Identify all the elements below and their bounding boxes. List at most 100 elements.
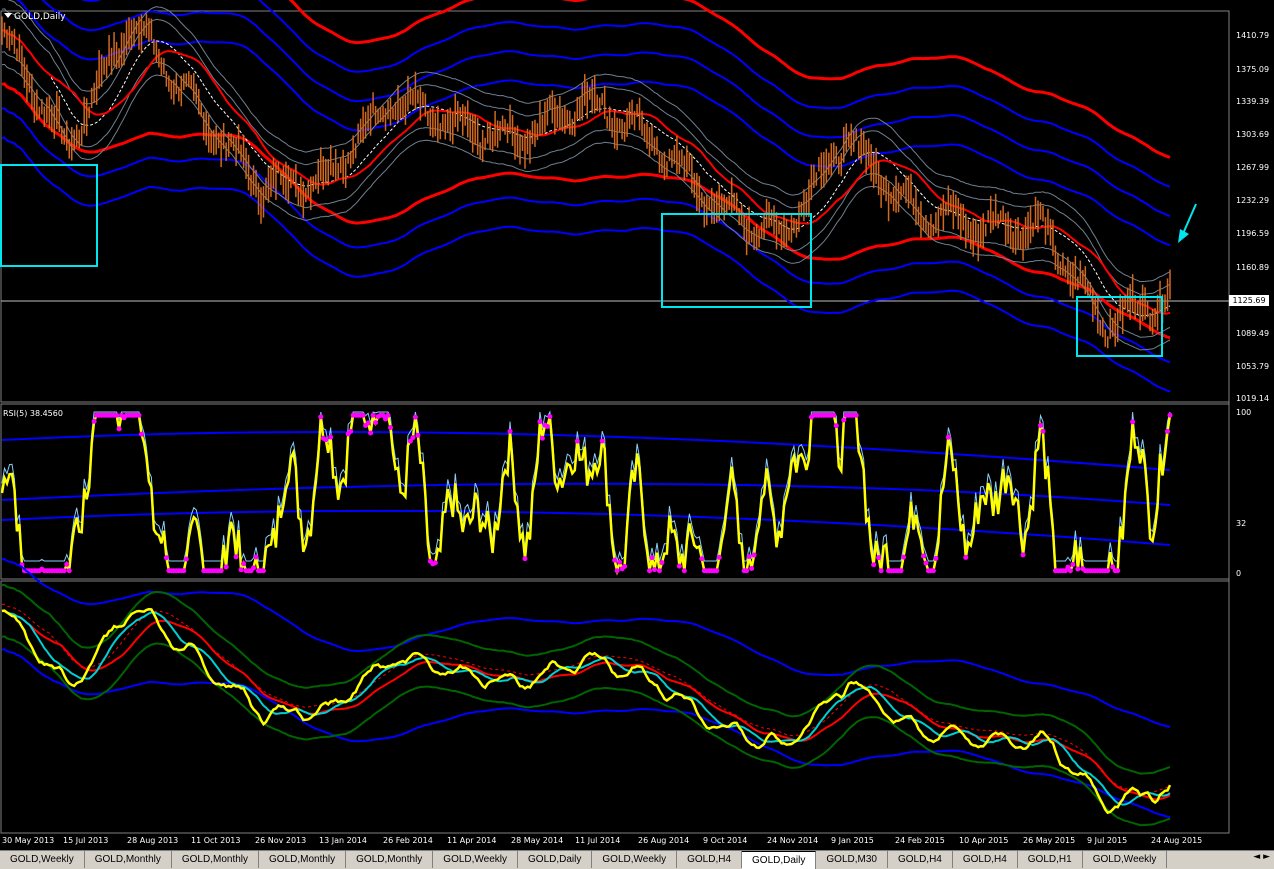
date-label: 9 Jul 2015	[1087, 836, 1128, 845]
price-level: 1160.89	[1236, 263, 1270, 272]
rsi-extreme-marker	[963, 554, 969, 560]
price-level: 1303.69	[1236, 130, 1270, 139]
date-label: 10 Apr 2015	[959, 836, 1009, 845]
rsi-extreme-marker	[410, 435, 416, 441]
chart-tab[interactable]: GOLD,Weekly	[0, 851, 85, 868]
date-label: 11 Apr 2014	[447, 836, 497, 845]
rsi-extreme-marker	[901, 554, 907, 560]
rsi-extreme-marker	[114, 412, 120, 418]
rsi-extreme-marker	[622, 563, 628, 569]
chart-tab-active[interactable]: GOLD,Daily	[742, 851, 817, 869]
rsi-extreme-marker	[749, 565, 755, 571]
rsi-extreme-marker	[233, 554, 239, 560]
rsi-extreme-marker	[923, 560, 929, 566]
rsi-extreme-marker	[241, 561, 247, 567]
rsi-extreme-marker	[365, 420, 371, 426]
chart-tab[interactable]: GOLD,M30	[816, 851, 888, 868]
chart-tab[interactable]: GOLD,H4	[953, 851, 1018, 868]
chart-tab[interactable]: GOLD,Daily	[518, 851, 593, 868]
rsi-extreme-marker	[64, 561, 70, 567]
rsi-extreme-marker	[833, 423, 839, 429]
date-label: 15 Jul 2013	[63, 836, 109, 845]
rsi-extreme-marker	[507, 428, 513, 434]
rsi-extreme-marker	[318, 414, 324, 420]
date-label: 11 Oct 2013	[191, 836, 241, 845]
rsi-extreme-marker	[218, 568, 224, 574]
rsi-extreme-marker	[116, 426, 122, 432]
chart-plot[interactable]	[0, 0, 1274, 850]
chart-tab-bar: GOLD,Weekly GOLD,Monthly GOLD,Monthly GO…	[0, 850, 1274, 869]
rsi-extreme-marker	[651, 567, 657, 573]
date-label: 28 Aug 2013	[127, 836, 179, 845]
date-label: 26 Aug 2014	[638, 836, 690, 845]
date-label: 24 Aug 2015	[1151, 836, 1203, 845]
chart-tab[interactable]: GOLD,Monthly	[259, 851, 347, 868]
rsi-extreme-marker	[746, 554, 752, 560]
price-level: 1410.79	[1236, 31, 1270, 40]
rsi-extreme-marker	[66, 568, 72, 574]
rsi-extreme-marker	[537, 419, 543, 425]
rsi-extreme-marker	[328, 434, 334, 440]
rsi-extreme-marker	[647, 568, 653, 574]
rsi-extreme-marker	[1070, 562, 1076, 568]
rsi-extreme-marker	[871, 562, 877, 568]
chart-tab[interactable]: GOLD,Weekly	[592, 851, 678, 868]
rsi-extreme-marker	[876, 555, 882, 561]
chart-title: GOLD,Daily	[4, 12, 66, 22]
chart-tab[interactable]: GOLD,H1	[1018, 851, 1083, 868]
rsi-extreme-marker	[945, 434, 951, 440]
rsi-extreme-marker	[1040, 428, 1046, 434]
date-label: 26 May 2015	[1023, 836, 1076, 845]
rsi-extreme-marker	[656, 568, 662, 574]
date-label: 26 Feb 2014	[383, 836, 433, 845]
rsi-extreme-marker	[853, 412, 859, 418]
chart-tab[interactable]: GOLD,H4	[677, 851, 743, 868]
price-level: 1089.49	[1236, 329, 1270, 338]
rsi-extreme-marker	[1165, 428, 1171, 434]
price-level: 1196.59	[1236, 229, 1270, 238]
chart-tab[interactable]: GOLD,Weekly	[1083, 851, 1168, 868]
chart-tab[interactable]: GOLD,H4	[888, 851, 953, 868]
envelope-line	[1, 107, 1171, 364]
red-average-line	[1, 609, 1171, 801]
chart-tab[interactable]: GOLD,Monthly	[346, 851, 434, 868]
rsi-extreme-marker	[348, 428, 354, 434]
chart-tab[interactable]: GOLD,Monthly	[85, 851, 172, 868]
tab-scroll-arrows-icon[interactable]: ◄ ►	[1253, 852, 1270, 862]
date-label: 26 Nov 2013	[255, 836, 307, 845]
date-label: 13 Jan 2014	[319, 836, 367, 845]
rsi-extreme-marker	[181, 568, 187, 574]
rsi-extreme-marker	[898, 568, 904, 574]
rsi-extreme-marker	[744, 568, 750, 574]
rsi-extreme-marker	[841, 417, 847, 423]
rsi-extreme-marker	[1167, 412, 1173, 418]
chart-tab[interactable]: GOLD,Monthly	[172, 851, 260, 868]
lower-envelope-line	[1, 558, 1171, 728]
envelope-line	[1, 136, 1171, 393]
rsi-extreme-marker	[1037, 422, 1043, 428]
rsi-extreme-marker	[260, 568, 266, 574]
rsi-extreme-marker	[878, 568, 884, 574]
chart-window[interactable]: GOLD,Daily RSI(5) 38.4560 1410.79 1375.0…	[0, 0, 1274, 850]
price-level: 1019.14	[1236, 394, 1270, 403]
chart-tab[interactable]: GOLD,Weekly	[433, 851, 519, 868]
rsi-extreme-marker	[699, 556, 705, 562]
rsi-extreme-marker	[1075, 566, 1081, 572]
rsi-extreme-marker	[544, 423, 550, 429]
rsi-level: 0	[1236, 569, 1242, 578]
current-price-tag: 1125.69	[1229, 295, 1269, 306]
date-label: 30 May 2013	[2, 836, 55, 845]
rsi-extreme-marker	[412, 414, 418, 420]
rsi-band-line	[1, 509, 1171, 546]
dropdown-triangle-icon[interactable]	[4, 13, 12, 18]
rsi-extreme-marker	[930, 568, 936, 574]
rsi-extreme-marker	[751, 552, 757, 558]
cyan-arrow-icon	[1178, 203, 1197, 243]
rsi-extreme-marker	[136, 412, 142, 418]
red-envelope-line	[1, 82, 1171, 340]
rsi-extreme-marker	[614, 568, 620, 574]
rsi-extreme-marker	[388, 424, 394, 430]
rsi-extreme-marker	[714, 568, 720, 574]
rsi-extreme-marker	[1105, 568, 1111, 574]
date-label: 9 Oct 2014	[703, 836, 748, 845]
